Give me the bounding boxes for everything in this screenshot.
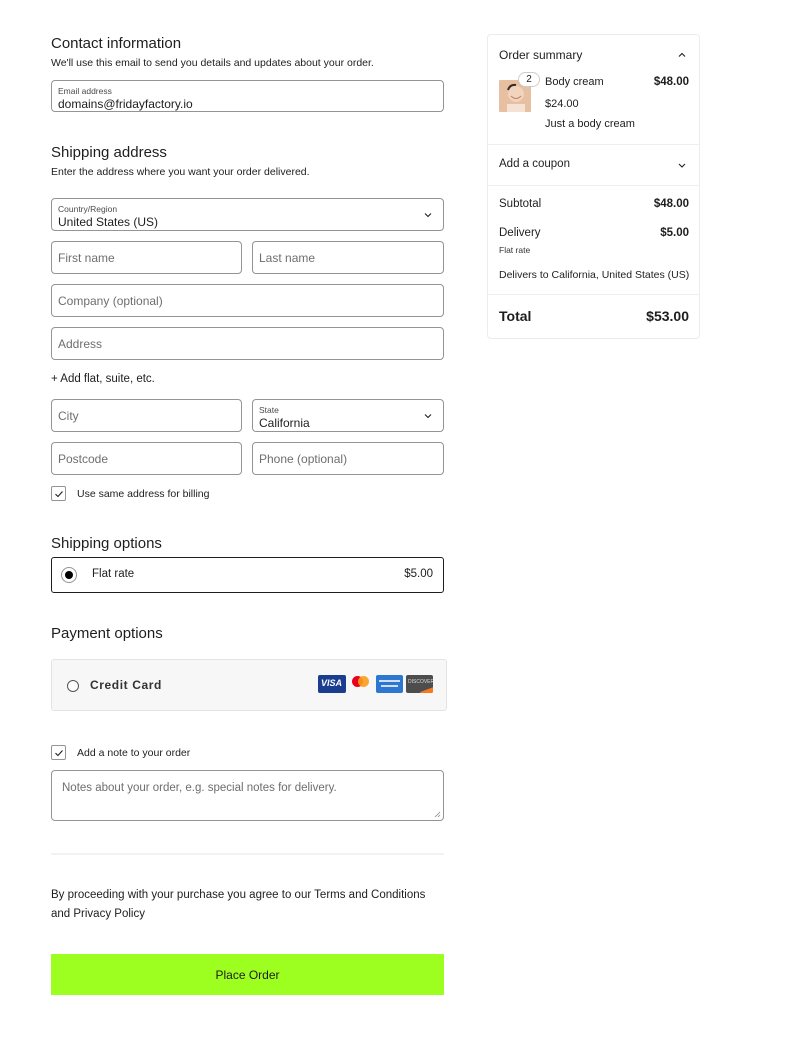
chevron-down-icon [678, 163, 686, 168]
phone-input[interactable]: Phone (optional) [252, 442, 444, 475]
email-field[interactable]: Email address domains@fridayfactory.io [51, 80, 444, 112]
subtotal-value: $48.00 [653, 198, 689, 210]
item-total-price: $48.00 [653, 76, 689, 88]
country-value: United States (US) [58, 215, 159, 229]
item-name: Body cream [545, 76, 604, 88]
quantity-badge: 2 [518, 72, 540, 87]
shipping-option-label: Flat rate [92, 568, 135, 580]
email-label: Email address [58, 86, 112, 96]
resize-grip-icon[interactable] [434, 811, 441, 818]
order-note-label: Add a note to your order [77, 747, 191, 759]
same-billing-checkbox[interactable] [51, 486, 66, 501]
order-note-checkbox[interactable] [51, 745, 66, 760]
checkmark-icon [55, 491, 63, 498]
payment-radio[interactable] [67, 680, 79, 692]
shipping-option-flat-rate[interactable]: Flat rate $5.00 [51, 557, 444, 593]
add-coupon-toggle[interactable]: Add a coupon [488, 145, 699, 185]
order-note-textarea[interactable]: Notes about your order, e.g. special not… [51, 770, 444, 821]
visa-icon: VISA [318, 675, 346, 693]
visa-text: VISA [321, 678, 343, 688]
discover-icon: DISCOVER [406, 675, 433, 693]
address-input[interactable]: Address [51, 327, 444, 360]
phone-placeholder: Phone (optional) [259, 451, 348, 466]
payment-method-label: Credit Card [90, 678, 162, 692]
country-select[interactable]: Country/Region United States (US) [51, 198, 444, 231]
subtotal-label: Subtotal [499, 198, 542, 210]
divider [51, 853, 444, 855]
mastercard-orange-circle [358, 676, 369, 687]
country-label: Country/Region [58, 204, 118, 214]
item-description: Just a body cream [545, 118, 635, 130]
shipping-address-description: Enter the address where you want your or… [51, 166, 310, 178]
coupon-label: Add a coupon [499, 158, 570, 170]
terms-text: By proceeding with your purchase you agr… [51, 889, 426, 920]
shipping-option-price: $5.00 [404, 568, 433, 580]
state-value: California [259, 416, 310, 430]
state-label: State [259, 405, 279, 415]
radio-dot [65, 571, 73, 579]
email-value: domains@fridayfactory.io [58, 97, 193, 111]
checkmark-icon [55, 750, 63, 757]
address-placeholder: Address [58, 336, 103, 351]
delivery-value: $5.00 [660, 227, 689, 239]
delivery-destination: Delivers to California, United States (U… [499, 269, 690, 281]
state-select[interactable]: State California [252, 399, 444, 432]
delivery-method: Flat rate [499, 245, 531, 255]
discover-stripe [420, 686, 433, 693]
total-label: Total [499, 308, 532, 324]
item-unit-price: $24.00 [545, 98, 579, 110]
amex-icon [376, 675, 403, 693]
divider [488, 185, 699, 186]
chevron-up-icon[interactable] [677, 50, 687, 60]
payment-options-title: Payment options [51, 625, 163, 642]
amex-line [381, 685, 398, 687]
city-placeholder: City [58, 408, 79, 423]
contact-title: Contact information [51, 35, 182, 52]
shipping-address-title: Shipping address [51, 144, 167, 161]
order-note-placeholder: Notes about your order, e.g. special not… [62, 782, 337, 794]
first-name-input[interactable]: First name [51, 241, 242, 274]
divider [488, 294, 699, 295]
city-input[interactable]: City [51, 399, 242, 432]
last-name-input[interactable]: Last name [252, 241, 444, 274]
mastercard-icon [350, 675, 372, 693]
chevron-down-icon [424, 413, 432, 418]
company-input[interactable]: Company (optional) [51, 284, 444, 317]
delivery-label: Delivery [499, 227, 541, 239]
shipping-options-title: Shipping options [51, 535, 162, 552]
order-summary-title: Order summary [499, 48, 583, 62]
postcode-placeholder: Postcode [58, 451, 109, 466]
first-name-placeholder: First name [58, 250, 115, 265]
postcode-input[interactable]: Postcode [51, 442, 242, 475]
same-billing-label: Use same address for billing [77, 488, 210, 500]
order-summary-panel: Order summary 2 Body cream $48.00 $24.00… [487, 34, 700, 339]
discover-text: DISCOVER [408, 679, 433, 685]
contact-description: We'll use this email to send you details… [51, 57, 374, 69]
company-placeholder: Company (optional) [58, 293, 163, 308]
last-name-placeholder: Last name [259, 250, 316, 265]
shipping-radio-selected[interactable] [61, 567, 77, 583]
payment-method-credit-card[interactable]: Credit Card VISA DISCOVER [51, 659, 447, 711]
total-value: $53.00 [646, 308, 689, 324]
chevron-down-icon [424, 212, 432, 217]
amex-line [379, 680, 400, 682]
add-address-line-link[interactable]: + Add flat, suite, etc. [51, 373, 155, 385]
place-order-button[interactable]: Place Order [51, 954, 444, 995]
